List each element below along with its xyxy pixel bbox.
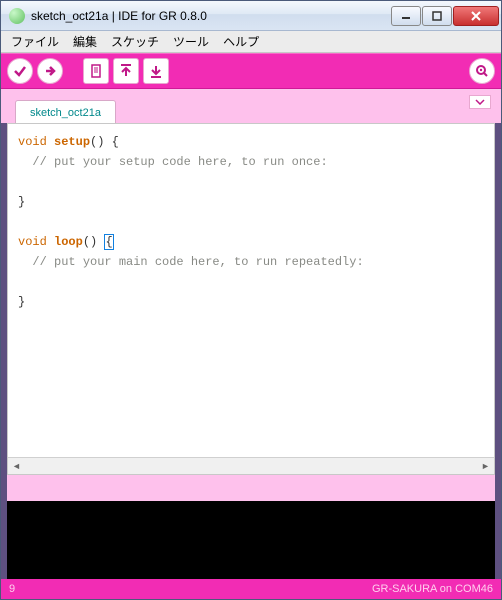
titlebar[interactable]: sketch_oct21a | IDE for GR 0.8.0 bbox=[1, 1, 501, 31]
tab-menu-button[interactable] bbox=[469, 95, 491, 109]
status-board: GR-SAKURA on COM46 bbox=[372, 583, 493, 595]
horizontal-scrollbar[interactable]: ◄ ► bbox=[8, 457, 494, 474]
editor-pane: void setup() { // put your setup code he… bbox=[7, 123, 495, 475]
scroll-left-button[interactable]: ◄ bbox=[8, 459, 25, 474]
keyword: void bbox=[18, 135, 47, 149]
verify-button[interactable] bbox=[7, 58, 33, 84]
save-button[interactable] bbox=[143, 58, 169, 84]
cursor-bracket: { bbox=[104, 234, 113, 250]
menu-file[interactable]: ファイル bbox=[5, 31, 65, 52]
menubar: ファイル 編集 スケッチ ツール ヘルプ bbox=[1, 31, 501, 53]
code-text: } bbox=[18, 195, 25, 209]
close-icon bbox=[470, 11, 482, 21]
window-title: sketch_oct21a | IDE for GR 0.8.0 bbox=[31, 9, 391, 23]
window-controls bbox=[391, 6, 499, 26]
code-text: () bbox=[83, 235, 105, 249]
app-icon bbox=[9, 8, 25, 24]
new-button[interactable] bbox=[83, 58, 109, 84]
code-text: } bbox=[18, 295, 25, 309]
check-icon bbox=[13, 64, 27, 78]
status-line-number: 9 bbox=[9, 583, 15, 595]
minimize-icon bbox=[401, 11, 411, 21]
ide-window: sketch_oct21a | IDE for GR 0.8.0 ファイル 編集… bbox=[0, 0, 502, 600]
upload-button[interactable] bbox=[37, 58, 63, 84]
message-divider[interactable] bbox=[7, 475, 495, 501]
serial-monitor-button[interactable] bbox=[469, 58, 495, 84]
scroll-right-button[interactable]: ► bbox=[477, 459, 494, 474]
tabstrip: sketch_oct21a bbox=[1, 89, 501, 123]
arrow-right-icon bbox=[43, 64, 57, 78]
menu-tools[interactable]: ツール bbox=[167, 31, 215, 52]
arrow-up-icon bbox=[119, 64, 133, 78]
statusbar: 9 GR-SAKURA on COM46 bbox=[1, 579, 501, 599]
maximize-button[interactable] bbox=[422, 6, 452, 26]
file-icon bbox=[89, 64, 103, 78]
close-button[interactable] bbox=[453, 6, 499, 26]
function-name: loop bbox=[54, 235, 83, 249]
arrow-down-icon bbox=[149, 64, 163, 78]
menu-help[interactable]: ヘルプ bbox=[217, 31, 265, 52]
menu-edit[interactable]: 編集 bbox=[67, 31, 103, 52]
keyword: void bbox=[18, 235, 47, 249]
code-text: () { bbox=[90, 135, 119, 149]
chevron-down-icon bbox=[475, 99, 485, 105]
minimize-button[interactable] bbox=[391, 6, 421, 26]
menu-sketch[interactable]: スケッチ bbox=[105, 31, 165, 52]
tab-sketch[interactable]: sketch_oct21a bbox=[15, 100, 116, 124]
function-name: setup bbox=[54, 135, 90, 149]
serial-icon bbox=[475, 64, 489, 78]
console-output[interactable] bbox=[7, 501, 495, 579]
open-button[interactable] bbox=[113, 58, 139, 84]
comment: // put your main code here, to run repea… bbox=[32, 255, 363, 269]
comment: // put your setup code here, to run once… bbox=[32, 155, 327, 169]
maximize-icon bbox=[432, 11, 442, 21]
toolbar bbox=[1, 53, 501, 89]
code-editor[interactable]: void setup() { // put your setup code he… bbox=[8, 124, 494, 457]
